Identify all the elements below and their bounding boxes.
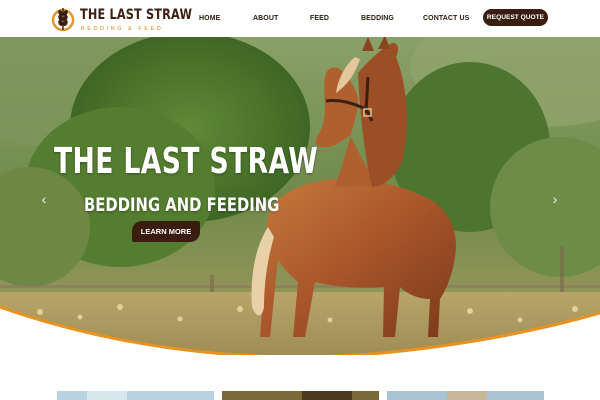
hero-slider: THE LAST STRAW BEDDING AND FEEDING LEARN… xyxy=(0,37,600,355)
learn-more-button[interactable]: LEARN MORE xyxy=(132,221,200,242)
hero-title: THE LAST STRAW xyxy=(54,141,319,182)
feature-card-image[interactable] xyxy=(57,389,214,400)
nav-item-bedding[interactable]: BEDDING xyxy=(361,15,394,22)
logo[interactable]: THE LAST STRAW BEDDING & FEED xyxy=(51,4,192,34)
feature-card-image[interactable] xyxy=(222,389,379,400)
request-quote-button[interactable]: REQUEST QUOTE xyxy=(483,9,548,26)
nav-item-contact[interactable]: CONTACT US xyxy=(423,15,469,22)
nav-item-feed[interactable]: FEED xyxy=(310,15,329,22)
wheat-icon xyxy=(51,8,75,32)
logo-title: THE LAST STRAW xyxy=(80,7,193,23)
chevron-right-icon[interactable]: › xyxy=(549,191,561,207)
logo-subtitle: BEDDING & FEED xyxy=(81,26,164,32)
hero-subtitle: BEDDING AND FEEDING xyxy=(84,194,280,216)
feature-card-image[interactable] xyxy=(387,389,544,400)
nav-item-about[interactable]: ABOUT xyxy=(253,15,278,22)
nav-item-home[interactable]: HOME xyxy=(199,15,220,22)
site-header: THE LAST STRAW BEDDING & FEED HOME ABOUT… xyxy=(0,0,600,37)
chevron-left-icon[interactable]: ‹ xyxy=(38,191,50,207)
